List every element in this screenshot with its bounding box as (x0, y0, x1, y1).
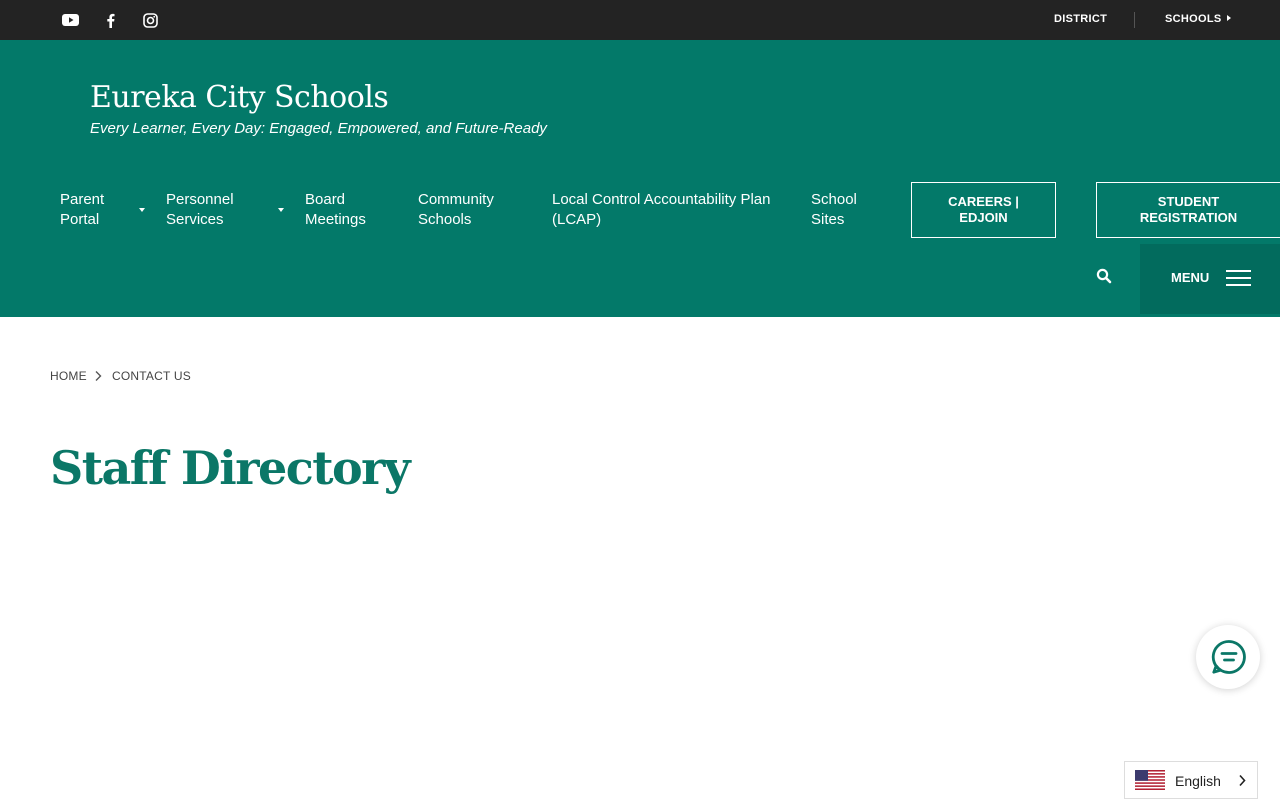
caret-right-icon (1226, 15, 1231, 22)
student-registration-button[interactable]: STUDENT REGISTRATION (1096, 182, 1280, 238)
breadcrumb-current: CONTACT US (112, 369, 191, 383)
nav-parent-portal[interactable]: Parent Portal (60, 190, 104, 230)
instagram-icon[interactable] (140, 10, 160, 30)
breadcrumb-chevron-icon (94, 369, 102, 387)
nav-school-sites[interactable]: School Sites (811, 190, 857, 230)
careers-line1: CAREERS | (948, 194, 1019, 209)
student-registration-line2: REGISTRATION (1139, 210, 1238, 225)
search-icon[interactable] (1096, 268, 1114, 286)
site-tagline: Every Learner, Every Day: Engaged, Empow… (90, 120, 547, 137)
nav-school-sites-line1: School (811, 191, 857, 208)
chat-button[interactable] (1196, 625, 1260, 689)
parent-portal-dropdown-icon[interactable] (139, 208, 145, 212)
us-flag-icon (1135, 770, 1165, 795)
menu-label: MENU (1171, 270, 1210, 285)
personnel-services-dropdown-icon[interactable] (278, 208, 284, 212)
nav-parent-portal-line1: Parent (60, 191, 105, 208)
facebook-icon[interactable] (100, 10, 120, 30)
district-link[interactable]: DISTRICT (1054, 13, 1107, 25)
chevron-right-icon (1238, 774, 1246, 792)
language-label: English (1175, 773, 1221, 789)
nav-lcap-line2: (LCAP) (552, 211, 602, 228)
careers-line2: EDJOIN (959, 210, 1008, 225)
nav-board-meetings-line2: Meetings (305, 211, 366, 228)
chat-icon (1211, 639, 1247, 680)
top-utility-bar: DISTRICT SCHOOLS (0, 0, 1280, 40)
nav-board-meetings-line1: Board (305, 191, 346, 208)
nav-community-schools-line1: Community (418, 191, 494, 208)
language-selector[interactable]: English (1124, 761, 1258, 799)
page-title: Staff Directory (50, 441, 411, 495)
student-registration-line1: STUDENT (1157, 194, 1220, 209)
breadcrumb-home[interactable]: HOME (50, 368, 87, 384)
nav-personnel-services-line1: Personnel (166, 191, 234, 208)
nav-personnel-services-line2: Services (166, 211, 224, 228)
nav-community-schools[interactable]: Community Schools (418, 190, 494, 230)
nav-parent-portal-line2: Portal (60, 211, 100, 228)
nav-lcap[interactable]: Local Control Accountability Plan (LCAP) (552, 190, 770, 230)
schools-link[interactable]: SCHOOLS (1165, 13, 1231, 25)
careers-edjoin-button[interactable]: CAREERS | EDJOIN (911, 182, 1056, 238)
nav-lcap-line1: Local Control Accountability Plan (552, 191, 771, 208)
site-title[interactable]: Eureka City Schools (90, 80, 389, 116)
menu-button[interactable]: MENU (1140, 244, 1280, 314)
nav-personnel-services[interactable]: Personnel Services (166, 190, 234, 230)
nav-school-sites-line2: Sites (811, 211, 845, 228)
nav-board-meetings[interactable]: Board Meetings (305, 190, 366, 230)
topbar-divider (1134, 12, 1135, 28)
schools-link-label: SCHOOLS (1165, 13, 1222, 25)
nav-community-schools-line2: Schools (418, 211, 472, 228)
site-header: Eureka City Schools Every Learner, Every… (0, 40, 1280, 317)
youtube-icon[interactable] (60, 10, 80, 30)
